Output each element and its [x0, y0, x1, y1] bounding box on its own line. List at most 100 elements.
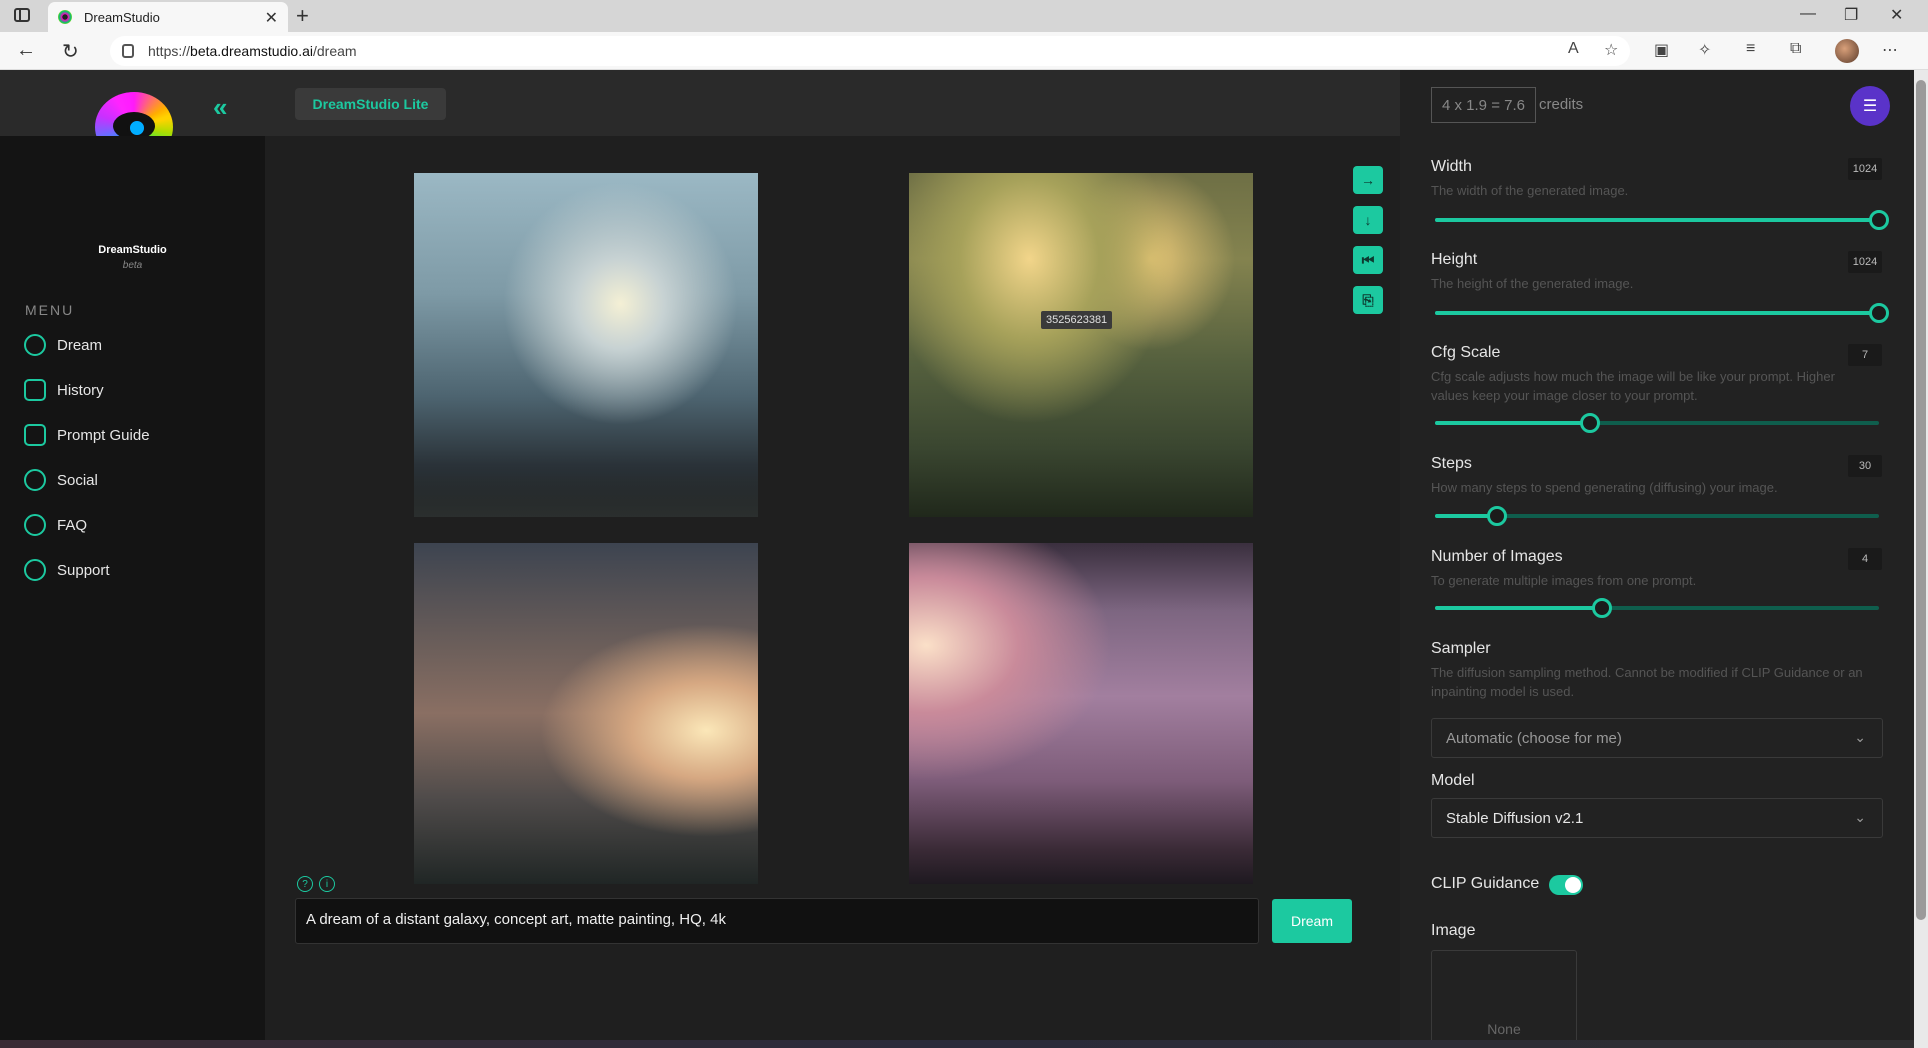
tab-actions-icon[interactable]: [14, 8, 30, 22]
model-title: Model: [1431, 772, 1475, 789]
settings-panel: 4 x 1.9 = 7.6 credits ☰ Width The width …: [1400, 70, 1914, 1048]
brand-sub: beta: [122, 260, 143, 271]
generated-image-1[interactable]: [414, 173, 758, 517]
sidebar-item-social[interactable]: Social: [24, 465, 98, 495]
sampler-desc: The diffusion sampling method. Cannot be…: [1431, 665, 1863, 699]
slider-knob[interactable]: [1591, 598, 1612, 618]
url-input[interactable]: https://beta.dreamstudio.ai/dream: [110, 36, 1630, 66]
favorites-icon[interactable]: ≡: [1746, 40, 1755, 58]
url-host: beta.dreamstudio.ai: [190, 43, 313, 59]
prompt-guide-icon: [24, 424, 46, 446]
info-icon[interactable]: i: [319, 876, 335, 892]
sidebar-item-dream[interactable]: Dream: [24, 330, 102, 360]
height-title: Height: [1431, 251, 1478, 268]
width-title: Width: [1431, 158, 1472, 175]
slider-knob[interactable]: [1869, 210, 1889, 230]
prompt-input[interactable]: A dream of a distant galaxy, concept art…: [295, 898, 1259, 944]
sidebar-item-label: FAQ: [57, 516, 88, 534]
chevron-down-icon: ⌄: [1854, 729, 1866, 745]
steps-desc: How many steps to spend generating (diff…: [1431, 480, 1778, 495]
num-images-value[interactable]: 4: [1848, 548, 1882, 570]
prompt-help-icons: ? i: [297, 876, 335, 892]
social-icon: [24, 469, 46, 491]
sidebar-item-history[interactable]: History: [24, 375, 104, 405]
sampler-select[interactable]: Automatic (choose for me) ⌄: [1431, 718, 1883, 758]
init-image-dropzone[interactable]: None: [1431, 950, 1577, 1048]
model-value: Stable Diffusion v2.1: [1446, 809, 1584, 827]
tab-title: DreamStudio: [84, 9, 160, 25]
cfg-desc: Cfg scale adjusts how much the image wil…: [1431, 369, 1835, 403]
url-scheme: https://: [148, 43, 191, 59]
user-menu-icon[interactable]: ☰: [1850, 86, 1890, 126]
use-image-button[interactable]: →: [1353, 166, 1383, 194]
cfg-value[interactable]: 7: [1848, 344, 1882, 366]
sidebar-item-label: History: [57, 381, 104, 399]
browser-addressbar: ← ↻ https://beta.dreamstudio.ai/dream A …: [0, 32, 1928, 70]
history-icon: [24, 379, 46, 401]
back-icon[interactable]: ←: [16, 39, 36, 62]
generated-image-2[interactable]: [909, 173, 1253, 517]
cfg-slider[interactable]: [1435, 413, 1879, 433]
new-tab-icon[interactable]: +: [296, 3, 309, 29]
generated-image-3[interactable]: [414, 543, 758, 884]
steps-slider[interactable]: [1435, 506, 1879, 526]
slider-knob[interactable]: [1487, 506, 1508, 526]
sampler-title: Sampler: [1431, 640, 1491, 657]
width-slider[interactable]: [1435, 210, 1889, 230]
support-icon: [24, 559, 46, 581]
sampler-value: Automatic (choose for me): [1446, 729, 1622, 747]
num-images-desc: To generate multiple images from one pro…: [1431, 573, 1697, 588]
sidebar-item-label: Social: [57, 471, 98, 489]
page-scrollbar-thumb[interactable]: [1916, 80, 1926, 920]
dream-icon: [24, 334, 46, 356]
collections-icon[interactable]: ⧉: [1790, 40, 1801, 58]
app-topbar: « DreamStudio Lite: [0, 70, 1400, 162]
app-root: « DreamStudio Lite DreamStudio beta MENU…: [0, 70, 1928, 1048]
credits-formula: 4 x 1.9 = 7.6: [1431, 87, 1536, 123]
url-path: /dream: [313, 43, 357, 59]
height-desc: The height of the generated image.: [1431, 276, 1634, 291]
num-images-slider[interactable]: [1435, 598, 1879, 618]
taskbar-edge: [0, 1040, 1914, 1048]
dream-button[interactable]: Dream: [1272, 899, 1352, 943]
lock-icon: [122, 44, 134, 58]
profile-avatar[interactable]: [1835, 39, 1859, 63]
seed-tooltip: 3525623381: [1041, 311, 1113, 329]
sidebar-item-faq[interactable]: FAQ: [24, 510, 87, 540]
wallet-icon[interactable]: ▣: [1654, 40, 1669, 60]
favicon-icon: [58, 10, 72, 24]
menu-label: MENU: [25, 302, 75, 318]
sidebar-item-support[interactable]: Support: [24, 555, 110, 585]
minimize-icon[interactable]: —: [1800, 5, 1816, 23]
generated-image-4[interactable]: [909, 543, 1253, 884]
height-slider[interactable]: [1435, 303, 1889, 323]
clip-guidance-title: CLIP Guidance: [1431, 875, 1540, 892]
image-title: Image: [1431, 922, 1476, 939]
download-button[interactable]: ↓: [1353, 206, 1383, 234]
close-tab-icon[interactable]: ✕: [265, 8, 278, 28]
model-select[interactable]: Stable Diffusion v2.1 ⌄: [1431, 798, 1883, 838]
read-aloud-icon[interactable]: A: [1568, 40, 1579, 58]
close-window-icon[interactable]: ✕: [1890, 5, 1903, 25]
collapse-sidebar-icon[interactable]: «: [213, 92, 227, 123]
width-value[interactable]: 1024: [1848, 158, 1882, 180]
slider-knob[interactable]: [1580, 413, 1601, 433]
restore-icon[interactable]: ❐: [1844, 5, 1858, 25]
steps-title: Steps: [1431, 455, 1472, 472]
steps-value[interactable]: 30: [1848, 455, 1882, 477]
slider-knob[interactable]: [1869, 303, 1889, 323]
width-desc: The width of the generated image.: [1431, 183, 1629, 198]
clip-guidance-toggle[interactable]: [1549, 875, 1583, 895]
browser-tab[interactable]: DreamStudio ✕: [48, 2, 288, 32]
favorites-add-icon[interactable]: ☆: [1604, 40, 1618, 60]
sidebar-item-prompt-guide[interactable]: Prompt Guide: [24, 420, 150, 450]
height-value[interactable]: 1024: [1848, 251, 1882, 273]
help-icon[interactable]: ?: [297, 876, 313, 892]
extensions-icon[interactable]: ✧: [1698, 40, 1711, 60]
copy-button[interactable]: ⎘: [1353, 286, 1383, 314]
dreamstudio-lite-button[interactable]: DreamStudio Lite: [295, 88, 446, 120]
more-icon[interactable]: ⋯: [1882, 40, 1898, 60]
reuse-seed-button[interactable]: ⏮: [1353, 246, 1383, 274]
refresh-icon[interactable]: ↻: [62, 39, 79, 64]
sidebar: DreamStudio beta MENU Dream History Prom…: [0, 136, 265, 1048]
